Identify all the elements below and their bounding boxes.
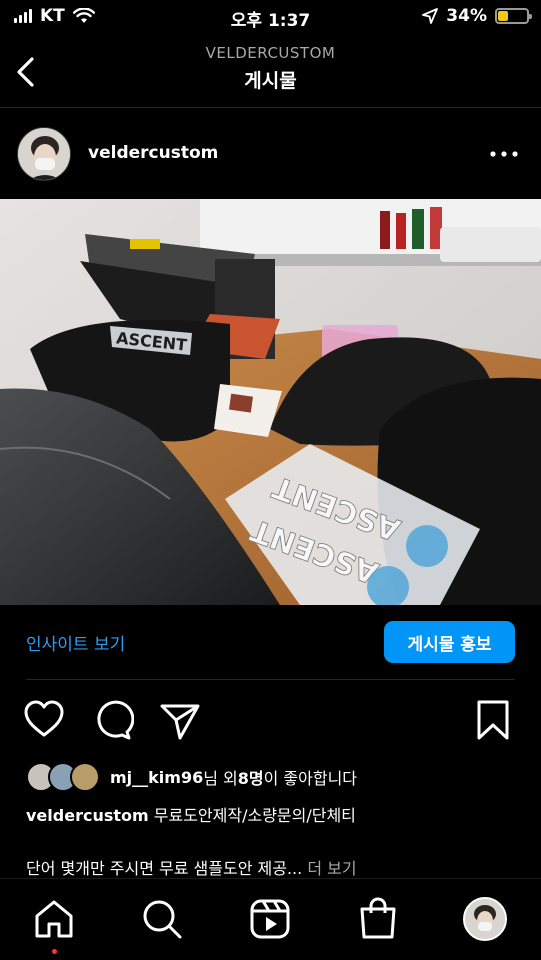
view-insights-link[interactable]: 인사이트 보기 — [26, 630, 125, 655]
caption: veldercustom 무료도안제작/소량문의/단체티 — [26, 802, 356, 826]
share-icon[interactable] — [158, 698, 202, 742]
post-header: veldercustom — [0, 109, 541, 199]
caption-username[interactable]: veldercustom — [26, 806, 149, 825]
comment-icon[interactable] — [90, 698, 134, 742]
likes-text-mid: 님 외 — [203, 769, 238, 788]
caption-body: 단어 몇개만 주시면 무료 샘플도안 제공... — [26, 859, 303, 878]
insights-row: 인사이트 보기 게시물 홍보 — [0, 605, 541, 680]
liker-avatar — [70, 762, 100, 792]
divider — [26, 679, 515, 680]
search-icon[interactable] — [140, 897, 184, 941]
avatar[interactable] — [17, 127, 71, 181]
heart-icon[interactable] — [22, 698, 66, 742]
more-options-icon[interactable] — [489, 144, 519, 164]
header-account-name: VELDERCUSTOM — [205, 44, 336, 62]
profile-tab-avatar[interactable] — [463, 897, 507, 941]
battery-icon — [495, 8, 532, 24]
promote-post-button[interactable]: 게시물 홍보 — [384, 621, 515, 663]
notification-dot — [52, 949, 57, 954]
caption-text: 무료도안제작/소량문의/단체티 — [153, 806, 356, 825]
status-bar: KT 오후 1:37 34% — [0, 0, 541, 34]
caption-line-2: 단어 몇개만 주시면 무료 샘플도안 제공... 더 보기 — [26, 855, 357, 879]
bottom-tab-bar — [0, 878, 541, 960]
page-title: 게시물 — [244, 70, 297, 92]
page-header: VELDERCUSTOM 게시물 — [0, 34, 541, 108]
caption-more-link[interactable]: 더 보기 — [307, 859, 356, 878]
likes-count[interactable]: 8명 — [238, 765, 264, 789]
likes-summary[interactable]: mj__kim96 님 외 8명 이 좋아합니다 — [26, 762, 357, 792]
home-icon[interactable] — [32, 897, 76, 941]
liker-username[interactable]: mj__kim96 — [110, 768, 203, 787]
location-arrow-icon — [422, 8, 439, 24]
battery-percent: 34% — [446, 6, 487, 26]
reels-icon[interactable] — [248, 897, 292, 941]
likes-text-tail: 이 좋아합니다 — [263, 769, 358, 788]
shop-icon[interactable] — [356, 897, 400, 941]
post-actions — [0, 690, 541, 750]
post-image[interactable]: ASCENT ASCENT ASCENT — [0, 199, 541, 605]
bookmark-icon[interactable] — [471, 698, 515, 742]
post-username[interactable]: veldercustom — [88, 143, 218, 163]
status-right: 34% — [422, 6, 532, 26]
battery-fill — [498, 11, 508, 21]
liker-avatars — [26, 762, 102, 792]
